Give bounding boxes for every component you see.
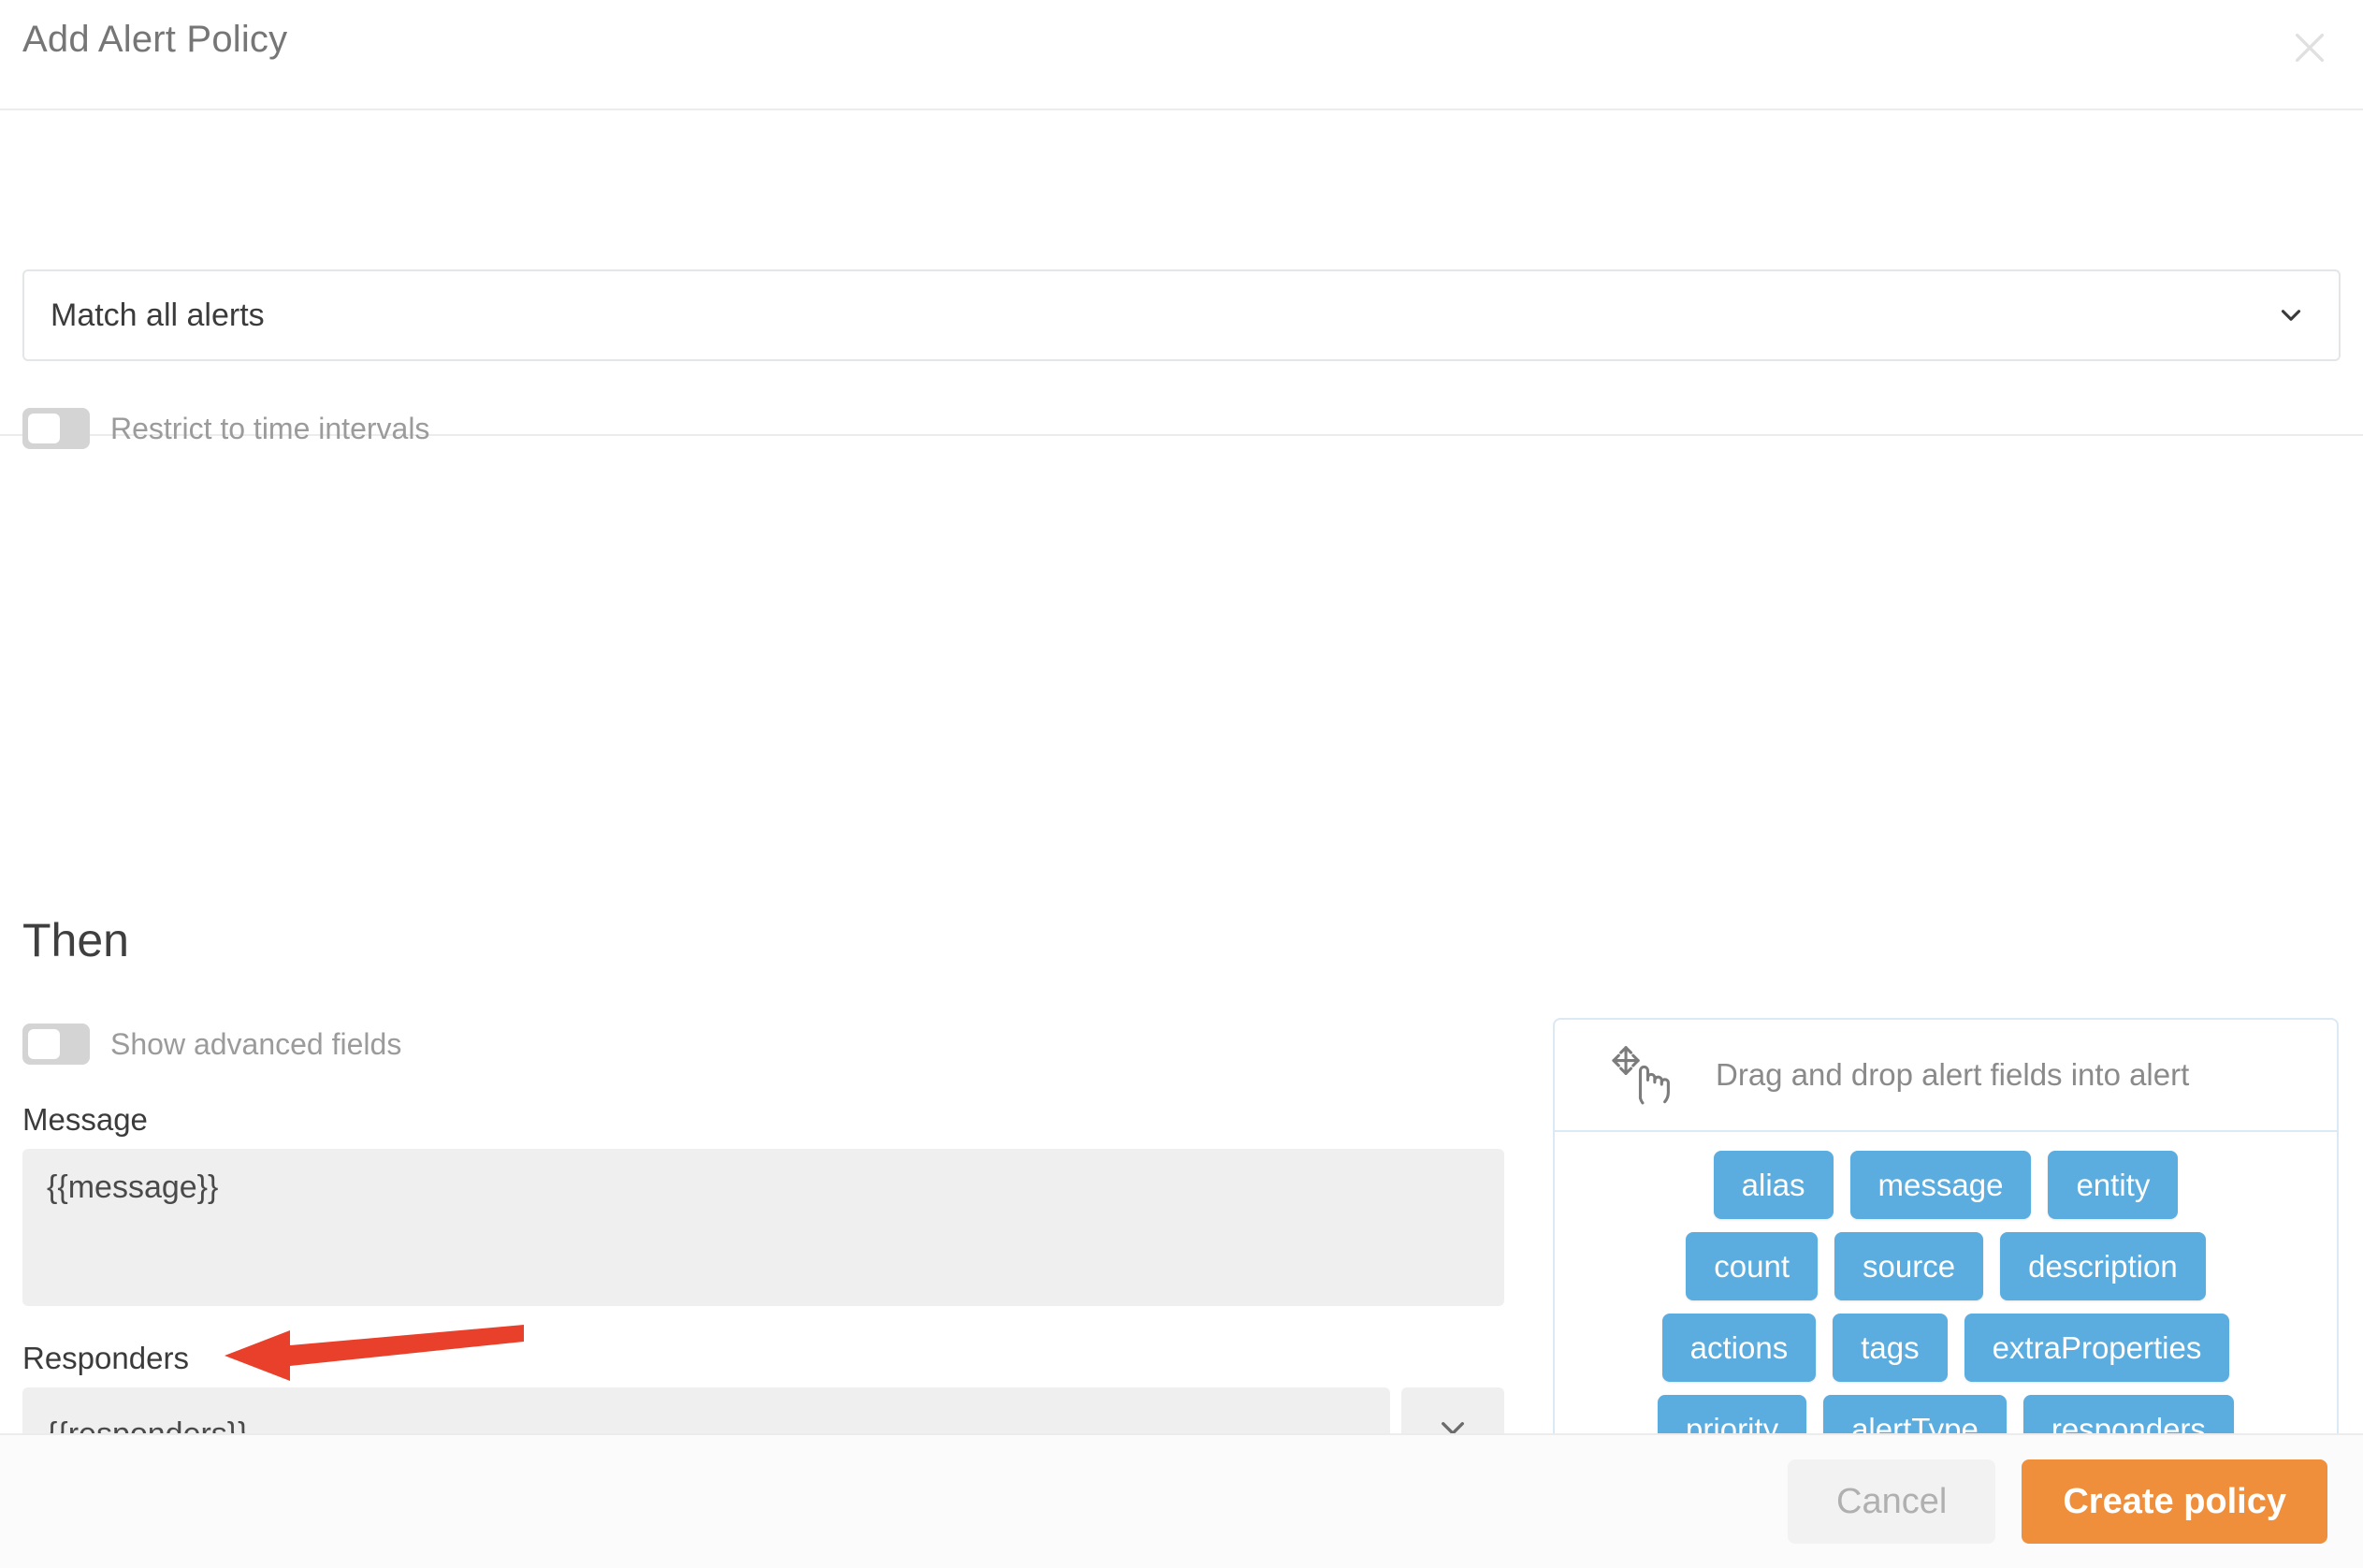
message-field[interactable]: {{message}} — [22, 1149, 1504, 1306]
alert-field-chip[interactable]: actions — [1661, 1314, 1817, 1382]
close-icon — [1435, 1416, 1471, 1433]
add-alert-policy-modal: Add Alert Policy When Match all alerts — [0, 0, 2363, 1568]
show-advanced-fields-row[interactable]: Show advanced fields — [22, 1024, 401, 1065]
alert-field-chip[interactable]: alertType — [1823, 1395, 2007, 1433]
responders-label: Responders — [22, 1341, 189, 1375]
message-label: Message — [22, 1102, 148, 1137]
chip-row: actions tags extraProperties — [1661, 1314, 2230, 1382]
alert-field-chip[interactable]: source — [1834, 1232, 1984, 1300]
toggle-knob — [28, 1029, 60, 1059]
show-advanced-fields-label: Show advanced fields — [110, 1026, 402, 1061]
alert-field-chip[interactable]: entity — [2048, 1151, 2179, 1219]
chip-row: count source description — [1686, 1232, 2206, 1300]
create-policy-button[interactable]: Create policy — [2022, 1459, 2327, 1544]
alert-field-chip[interactable]: extraProperties — [1964, 1314, 2230, 1382]
match-alerts-select[interactable]: Match all alerts — [22, 269, 2341, 361]
modal-footer: Cancel Create policy — [0, 1433, 2363, 1568]
close-icon[interactable] — [2283, 21, 2337, 75]
alert-field-chips: alias message entity count source descri… — [1555, 1132, 2337, 1433]
alert-field-chip[interactable]: alias — [1713, 1151, 1834, 1219]
chip-row: priority alertType responders — [1658, 1395, 2234, 1433]
alert-field-chip[interactable]: description — [2000, 1232, 2206, 1300]
when-section: When Match all alerts Restrict to time i… — [0, 110, 2363, 449]
alert-field-chip[interactable]: tags — [1833, 1314, 1948, 1382]
then-section: Then Show advanced fields Message {{mess… — [0, 436, 2363, 1433]
alert-field-chip[interactable]: count — [1686, 1232, 1819, 1300]
responders-field[interactable]: {{responders}} — [22, 1387, 1390, 1433]
alert-fields-panel-header: Drag and drop alert fields into alert — [1555, 1020, 2337, 1132]
match-alerts-value: Match all alerts — [51, 297, 265, 333]
alert-field-chip[interactable]: message — [1849, 1151, 2032, 1219]
cancel-button[interactable]: Cancel — [1788, 1459, 1996, 1544]
drag-move-hand-icon — [1607, 1040, 1676, 1110]
chip-row: alias message entity — [1713, 1151, 2179, 1219]
annotation-arrow-icon — [225, 1325, 524, 1381]
responders-clear-button[interactable] — [1401, 1387, 1504, 1433]
chevron-down-icon — [2275, 299, 2307, 331]
modal-body: When Match all alerts Restrict to time i… — [0, 110, 2363, 1433]
page-title: Add Alert Policy — [22, 19, 288, 60]
alert-field-chip[interactable]: responders — [2022, 1395, 2234, 1433]
alert-field-chip[interactable]: priority — [1658, 1395, 1807, 1433]
show-advanced-fields-toggle[interactable] — [22, 1024, 90, 1065]
drag-drop-instruction: Drag and drop alert fields into alert — [1716, 1057, 2190, 1092]
then-heading: Then — [22, 914, 129, 966]
alert-fields-panel: Drag and drop alert fields into alert al… — [1553, 1018, 2339, 1433]
modal-header: Add Alert Policy — [0, 0, 2363, 110]
